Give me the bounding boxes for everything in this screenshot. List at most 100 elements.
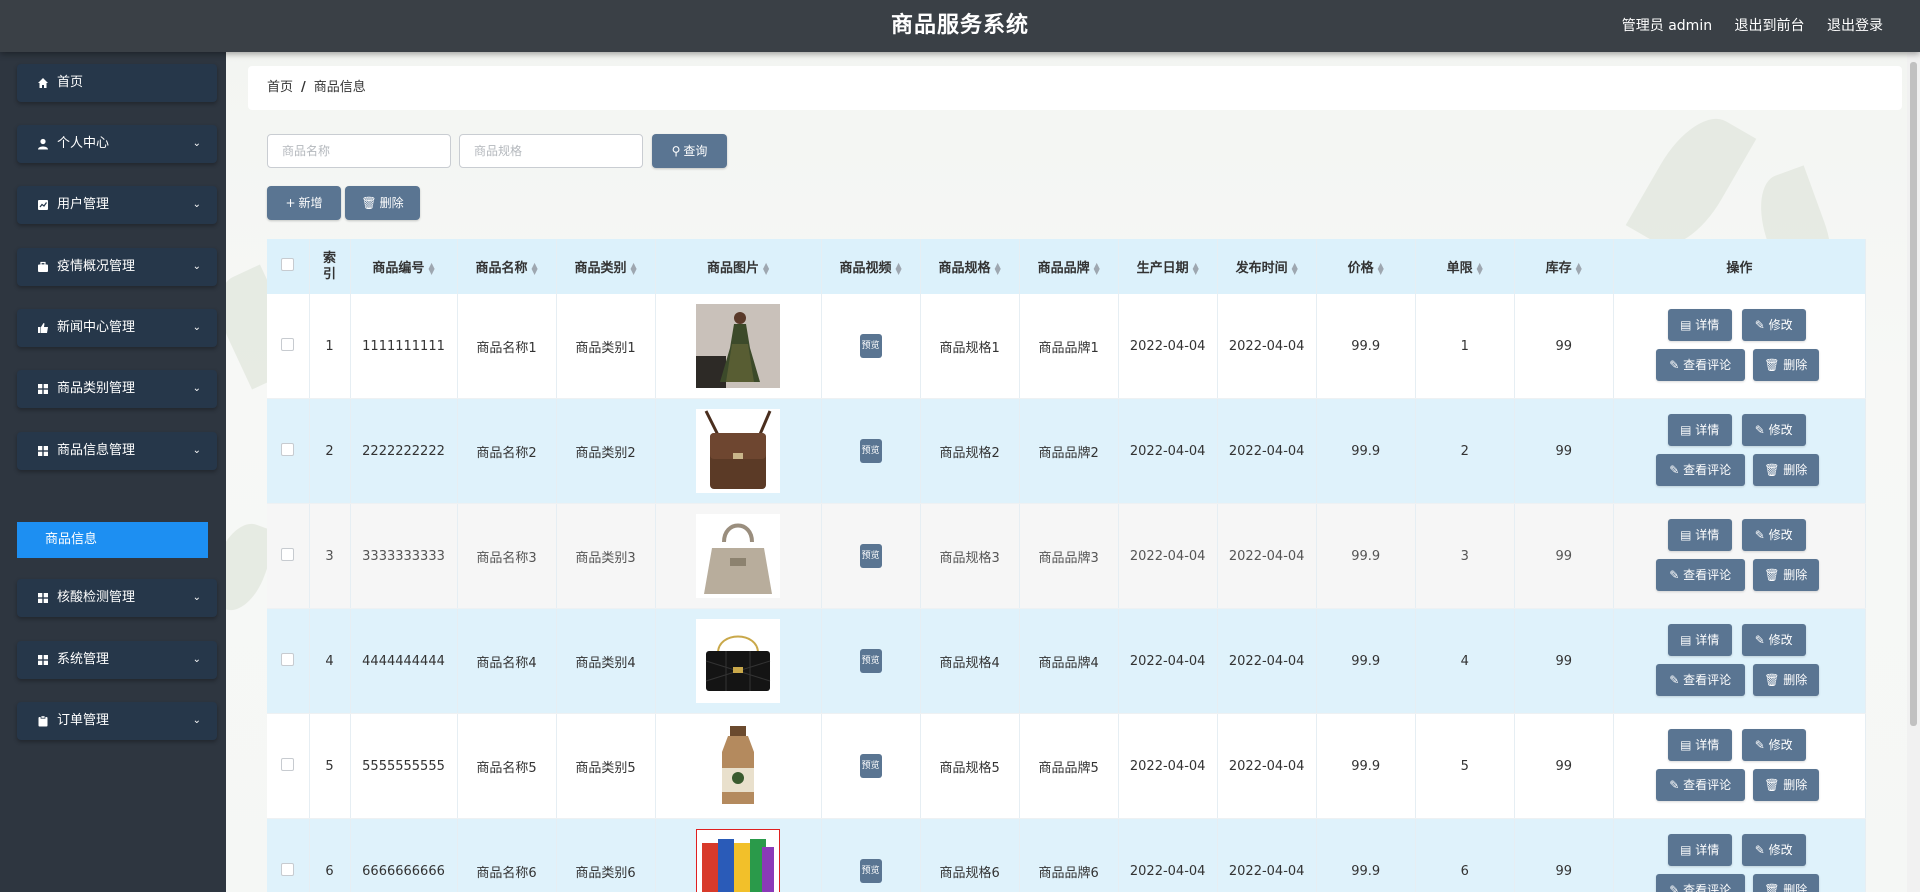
edit-button[interactable]: ✎ 修改: [1741, 834, 1806, 866]
sidebar-item-home[interactable]: 首页: [17, 64, 217, 102]
header-category[interactable]: 商品类别 ▲ ▼: [556, 239, 656, 294]
edit-button[interactable]: ✎ 修改: [1741, 519, 1806, 551]
messenger-bag-photo[interactable]: [696, 409, 781, 493]
sort-icon[interactable]: ▲ ▼: [896, 261, 902, 275]
sidebar-item-label: 用户管理: [57, 197, 110, 212]
sort-icon[interactable]: ▲ ▼: [1378, 261, 1384, 275]
header-image[interactable]: 商品图片 ▲ ▼: [655, 239, 822, 294]
row-delete-button[interactable]: 🗑 删除: [1752, 769, 1819, 801]
query-button[interactable]: ⚲ 查询: [652, 134, 727, 168]
handbag-photo[interactable]: [696, 514, 781, 598]
preview-video-button[interactable]: 预览: [859, 334, 882, 358]
header-limit[interactable]: 单限 ▲ ▼: [1415, 239, 1515, 294]
header-spec[interactable]: 商品规格 ▲ ▼: [920, 239, 1020, 294]
header-price[interactable]: 价格 ▲ ▼: [1316, 239, 1416, 294]
preview-video-button[interactable]: 预览: [859, 859, 882, 883]
sort-icon[interactable]: ▲ ▼: [1292, 261, 1298, 275]
cell-limit: 5: [1415, 713, 1515, 819]
scrollbar-thumb[interactable]: [1910, 62, 1917, 726]
preview-video-button[interactable]: 预览: [859, 439, 882, 463]
product-spec-input[interactable]: [459, 134, 643, 168]
sidebar-item-orders[interactable]: 订单管理 ⌄: [17, 702, 217, 740]
sidebar-item-users[interactable]: 用户管理 ⌄: [17, 186, 217, 224]
sort-icon[interactable]: ▲ ▼: [531, 261, 537, 275]
add-button[interactable]: + 新增: [267, 186, 341, 220]
sidebar-item-product-info[interactable]: 商品信息管理 ⌄: [17, 432, 217, 470]
sidebar-item-system[interactable]: 系统管理 ⌄: [17, 641, 217, 679]
detail-button[interactable]: ▤ 详情: [1667, 729, 1732, 761]
view-comments-button[interactable]: ✎ 查看评论: [1655, 874, 1745, 892]
delete-button[interactable]: 🗑 删除: [345, 186, 420, 220]
preview-video-button[interactable]: 预览: [859, 544, 882, 568]
breadcrumb-home[interactable]: 首页: [267, 80, 293, 95]
row-checkbox[interactable]: [281, 652, 295, 666]
sort-icon[interactable]: ▲ ▼: [1094, 261, 1100, 275]
leaf-decoration: [1625, 103, 1757, 261]
dress-photo[interactable]: [696, 304, 781, 388]
view-comments-button[interactable]: ✎ 查看评论: [1655, 559, 1745, 591]
header-stock[interactable]: 库存 ▲ ▼: [1514, 239, 1614, 294]
sort-icon[interactable]: ▲ ▼: [763, 261, 769, 275]
sort-icon[interactable]: ▲ ▼: [630, 261, 636, 275]
cell-code: 3333333333: [350, 503, 458, 609]
row-delete-button[interactable]: 🗑 删除: [1752, 874, 1819, 892]
sort-icon[interactable]: ▲ ▼: [428, 261, 434, 275]
edit-button[interactable]: ✎ 修改: [1741, 624, 1806, 656]
product-name-input[interactable]: [267, 134, 451, 168]
sidebar-item-epidemic[interactable]: 疫情概况管理 ⌄: [17, 248, 217, 286]
view-comments-button[interactable]: ✎ 查看评论: [1655, 349, 1745, 381]
preview-video-button[interactable]: 预览: [859, 754, 882, 778]
detail-button[interactable]: ▤ 详情: [1667, 519, 1732, 551]
milk-tea-bottle-photo[interactable]: [696, 724, 781, 808]
sidebar-item-nucleic[interactable]: 核酸检测管理 ⌄: [17, 579, 217, 617]
row-delete-button[interactable]: 🗑 删除: [1752, 349, 1819, 381]
logout-link[interactable]: 退出登录: [1827, 18, 1883, 34]
edit-button[interactable]: ✎ 修改: [1741, 414, 1806, 446]
quilted-bag-photo[interactable]: [696, 619, 781, 703]
view-comments-button[interactable]: ✎ 查看评论: [1655, 454, 1745, 486]
detail-button[interactable]: ▤ 详情: [1667, 834, 1732, 866]
chevron-down-icon: ⌄: [192, 383, 201, 394]
sort-icon[interactable]: ▲ ▼: [1576, 261, 1582, 275]
edit-button[interactable]: ✎ 修改: [1741, 309, 1806, 341]
row-delete-button[interactable]: 🗑 删除: [1752, 559, 1819, 591]
sort-icon[interactable]: ▲ ▼: [1477, 261, 1483, 275]
grid-icon: [37, 579, 49, 617]
detail-button[interactable]: ▤ 详情: [1667, 624, 1732, 656]
row-checkbox[interactable]: [281, 862, 295, 876]
row-checkbox[interactable]: [281, 442, 295, 456]
cell-brand: 商品品牌1: [1019, 294, 1119, 399]
back-to-front-link[interactable]: 退出到前台: [1735, 18, 1805, 34]
sidebar-item-news[interactable]: 新闻中心管理 ⌄: [17, 309, 217, 347]
sort-icon[interactable]: ▲ ▼: [995, 261, 1001, 275]
sidebar-item-personal[interactable]: 个人中心 ⌄: [17, 125, 217, 163]
page-scrollbar[interactable]: [1907, 52, 1920, 892]
row-delete-button[interactable]: 🗑 删除: [1752, 454, 1819, 486]
header-select-all[interactable]: [267, 239, 310, 294]
view-comments-button[interactable]: ✎ 查看评论: [1655, 664, 1745, 696]
cell-spec: 商品规格2: [920, 398, 1020, 504]
sidebar-item-product-category[interactable]: 商品类别管理 ⌄: [17, 370, 217, 408]
header-pub-date[interactable]: 发布时间 ▲ ▼: [1217, 239, 1317, 294]
row-delete-button[interactable]: 🗑 删除: [1752, 664, 1819, 696]
row-checkbox[interactable]: [281, 337, 295, 351]
detail-button[interactable]: ▤ 详情: [1667, 414, 1732, 446]
cell-prod-date: 2022-04-04: [1118, 713, 1218, 819]
header-video[interactable]: 商品视频 ▲ ▼: [821, 239, 921, 294]
row-checkbox[interactable]: [281, 757, 295, 771]
header-brand[interactable]: 商品品牌 ▲ ▼: [1019, 239, 1119, 294]
preview-video-button[interactable]: 预览: [859, 649, 882, 673]
cell-name: 商品名称3: [457, 503, 557, 609]
checkbox[interactable]: [281, 258, 295, 271]
sort-icon[interactable]: ▲ ▼: [1193, 261, 1199, 275]
edit-button[interactable]: ✎ 修改: [1741, 729, 1806, 761]
header-prod-date[interactable]: 生产日期 ▲ ▼: [1118, 239, 1218, 294]
sidebar-subitem-product-info[interactable]: 商品信息: [17, 522, 208, 558]
row-checkbox[interactable]: [281, 547, 295, 561]
cell-name: 商品名称5: [457, 713, 557, 819]
detail-button[interactable]: ▤ 详情: [1667, 309, 1732, 341]
header-name[interactable]: 商品名称 ▲ ▼: [457, 239, 557, 294]
snack-pack-photo[interactable]: [696, 829, 781, 892]
header-code[interactable]: 商品编号 ▲ ▼: [350, 239, 458, 294]
view-comments-button[interactable]: ✎ 查看评论: [1655, 769, 1745, 801]
